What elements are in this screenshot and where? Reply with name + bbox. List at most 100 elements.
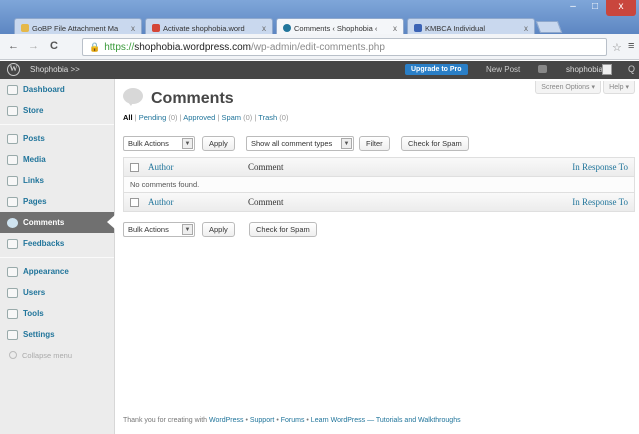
sidebar-item-posts[interactable]: Posts [0, 128, 114, 149]
table-footer: Author Comment In Response To [124, 192, 634, 211]
screen-options-tab[interactable]: Screen Options ▾ [535, 81, 601, 94]
sidebar-item-label: Users [23, 288, 46, 297]
comment-type-select[interactable]: Show all comment types ▼ [246, 136, 354, 151]
filter-spam-link[interactable]: Spam [221, 113, 241, 122]
maximize-button[interactable]: □ [584, 0, 606, 16]
reload-button[interactable]: C [50, 40, 58, 52]
sidebar-item-users[interactable]: Users [0, 282, 114, 303]
browser-tab[interactable]: Activate shophobia.word x [145, 18, 273, 34]
filter-trash-link[interactable]: Trash [258, 113, 277, 122]
new-tab-button[interactable] [535, 21, 563, 33]
help-tab[interactable]: Help ▾ [603, 81, 635, 94]
column-comment-header: Comment [248, 162, 284, 172]
check-spam-button-bottom[interactable]: Check for Spam [249, 222, 317, 237]
sidebar-item-label: Feedbacks [23, 239, 65, 248]
apply-button-bottom[interactable]: Apply [202, 222, 235, 237]
avatar[interactable] [602, 64, 612, 75]
chevron-down-icon: ▼ [182, 138, 193, 149]
sidebar-item-store[interactable]: Store [0, 100, 114, 121]
footer-wordpress-link[interactable]: WordPress [209, 417, 244, 424]
sidebar-item-comments[interactable]: Comments [0, 212, 115, 233]
url-bar[interactable]: 🔒 https://shophobia.wordpress.com/wp-adm… [82, 38, 607, 56]
browser-tab[interactable]: KMBCA Individual x [407, 18, 535, 34]
dashboard-icon [7, 84, 18, 95]
footer-learn-link[interactable]: Learn WordPress — Tutorials and Walkthro… [311, 417, 461, 424]
bookmark-star-icon[interactable]: ☆ [612, 41, 622, 54]
bulk-actions-value: Bulk Actions [128, 139, 169, 148]
filter-pending-link[interactable]: Pending [139, 113, 167, 122]
new-post-link[interactable]: New Post [486, 65, 520, 74]
check-spam-button-top[interactable]: Check for Spam [401, 136, 469, 151]
media-icon [7, 154, 18, 165]
select-all-checkbox-bottom[interactable] [130, 197, 139, 207]
tab-close-icon[interactable]: x [131, 24, 135, 33]
links-icon [7, 175, 18, 186]
users-icon [7, 287, 18, 298]
gmail-favicon-icon [152, 24, 160, 32]
sidebar-item-pages[interactable]: Pages [0, 191, 114, 212]
forward-button[interactable]: → [28, 40, 39, 52]
comment-status-filters: All | Pending (0) | Approved | Spam (0) … [123, 113, 288, 122]
notifications-icon[interactable] [538, 65, 547, 73]
address-toolbar: ← → C 🔒 https://shophobia.wordpress.com/… [0, 34, 639, 60]
tab-close-icon[interactable]: x [262, 24, 266, 33]
sidebar-item-settings[interactable]: Settings [0, 324, 114, 345]
store-icon [7, 105, 18, 116]
wordpress-logo-icon[interactable]: W [7, 63, 20, 76]
sidebar-separator [0, 257, 114, 258]
pages-icon [7, 196, 18, 207]
footer-forums-link[interactable]: Forums [281, 417, 305, 424]
admin-footer: Thank you for creating with WordPress • … [123, 417, 461, 424]
sidebar-item-dashboard[interactable]: Dashboard [0, 79, 114, 100]
comments-page-icon [123, 88, 143, 106]
filter-all-link[interactable]: All [123, 113, 133, 122]
select-all-checkbox[interactable] [130, 162, 139, 172]
back-button[interactable]: ← [8, 40, 19, 52]
sidebar-separator [0, 124, 114, 125]
column-response-footer[interactable]: In Response To [534, 197, 634, 207]
sidebar-item-links[interactable]: Links [0, 170, 114, 191]
footer-support-link[interactable]: Support [250, 417, 275, 424]
column-author-footer[interactable]: Author [148, 197, 248, 207]
comment-type-value: Show all comment types [251, 139, 333, 148]
tab-strip: GoBP File Attachment Ma x Activate shoph… [14, 18, 563, 34]
window-controls: – □ x [562, 0, 636, 16]
bulk-actions-value: Bulk Actions [128, 225, 169, 234]
no-comments-message: No comments found. [124, 177, 634, 192]
filter-button[interactable]: Filter [359, 136, 390, 151]
tab-title: Comments ‹ Shophobia ‹ [294, 23, 378, 33]
tab-close-icon[interactable]: x [524, 24, 528, 33]
appearance-icon [7, 266, 18, 277]
search-icon[interactable]: Q [628, 64, 635, 74]
tab-title: GoBP File Attachment Ma [32, 23, 119, 33]
url-scheme: https:// [104, 41, 135, 53]
browser-title-bar: – □ x GoBP File Attachment Ma x Activate… [0, 0, 639, 34]
user-name-link[interactable]: shophobia [566, 65, 603, 74]
url-host: shophobia.wordpress.com [134, 41, 251, 53]
collapse-menu-button[interactable]: Collapse menu [0, 345, 114, 365]
sidebar-item-feedbacks[interactable]: Feedbacks [0, 233, 114, 254]
upgrade-button[interactable]: Upgrade to Pro [405, 64, 468, 75]
sidebar-item-appearance[interactable]: Appearance [0, 261, 114, 282]
wp-admin-bar: W Shophobia >> Upgrade to Pro New Post s… [0, 61, 639, 79]
sidebar-item-label: Media [23, 155, 46, 164]
close-window-button[interactable]: x [606, 0, 636, 16]
posts-icon [7, 133, 18, 144]
tools-icon [7, 308, 18, 319]
minimize-button[interactable]: – [562, 0, 584, 16]
bulk-actions-select-top[interactable]: Bulk Actions ▼ [123, 136, 195, 151]
site-name-link[interactable]: Shophobia >> [30, 65, 80, 74]
tab-favicon-icon [21, 24, 29, 32]
browser-tab-active[interactable]: Comments ‹ Shophobia ‹ x [276, 18, 404, 34]
apply-button-top[interactable]: Apply [202, 136, 235, 151]
tab-close-icon[interactable]: x [393, 24, 397, 33]
bulk-actions-select-bottom[interactable]: Bulk Actions ▼ [123, 222, 195, 237]
sidebar-item-tools[interactable]: Tools [0, 303, 114, 324]
filter-approved-link[interactable]: Approved [183, 113, 215, 122]
browser-menu-icon[interactable]: ≡ [628, 40, 634, 52]
column-author-header[interactable]: Author [148, 162, 248, 172]
sidebar-item-media[interactable]: Media [0, 149, 114, 170]
browser-tab[interactable]: GoBP File Attachment Ma x [14, 18, 142, 34]
column-response-header[interactable]: In Response To [534, 162, 634, 172]
sidebar-item-label: Tools [23, 309, 44, 318]
